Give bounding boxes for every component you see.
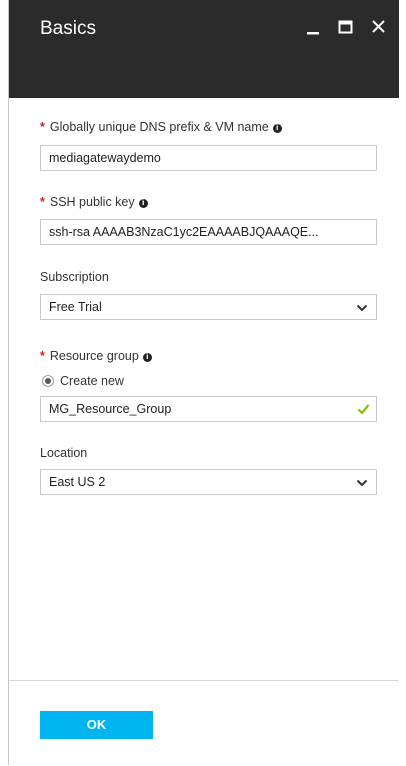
basics-blade: Basics * Globally unique DNS prefix & VM …: [8, 0, 399, 766]
create-new-option[interactable]: Create new: [42, 374, 124, 388]
close-icon[interactable]: [368, 16, 390, 38]
ssh-key-input[interactable]: ssh-rsa AAAAB3NzaC1yc2EAAAABJQAAAQE...: [40, 219, 377, 245]
chevron-down-icon: [356, 302, 368, 312]
location-select[interactable]: East US 2: [40, 469, 377, 495]
resource-group-input[interactable]: MG_Resource_Group: [40, 396, 377, 422]
create-new-radio[interactable]: [42, 375, 54, 387]
dns-prefix-input[interactable]: mediagatewaydemo: [40, 145, 377, 171]
location-label: Location: [40, 446, 88, 460]
blade-header: Basics: [9, 0, 399, 98]
subscription-selected: Free Trial: [49, 300, 102, 314]
maximize-icon[interactable]: [335, 16, 357, 38]
ssh-key-label-text: SSH public key: [49, 195, 135, 209]
blade-title: Basics: [40, 18, 96, 39]
subscription-label: Subscription: [40, 270, 109, 284]
subscription-select[interactable]: Free Trial: [40, 294, 377, 320]
minimize-icon[interactable]: [303, 16, 325, 38]
dns-prefix-label-text: Globally unique DNS prefix & VM name: [49, 120, 269, 134]
resource-group-label-text: Resource group: [49, 349, 139, 363]
blade-footer: OK: [9, 680, 399, 766]
required-marker: *: [40, 349, 45, 363]
info-icon[interactable]: i: [142, 353, 152, 362]
create-new-label: Create new: [60, 374, 124, 388]
ssh-key-label: * SSH public key i: [40, 195, 148, 209]
resource-group-value: MG_Resource_Group: [49, 402, 172, 416]
ok-button[interactable]: OK: [40, 711, 153, 739]
checkmark-icon: [357, 403, 370, 415]
info-icon[interactable]: i: [138, 199, 148, 208]
chevron-down-icon: [356, 477, 368, 487]
resource-group-label: * Resource group i: [40, 349, 152, 363]
info-icon[interactable]: i: [272, 124, 282, 133]
required-marker: *: [40, 120, 45, 134]
location-selected: East US 2: [49, 475, 106, 489]
required-marker: *: [40, 195, 45, 209]
dns-prefix-label: * Globally unique DNS prefix & VM name i: [40, 120, 282, 134]
